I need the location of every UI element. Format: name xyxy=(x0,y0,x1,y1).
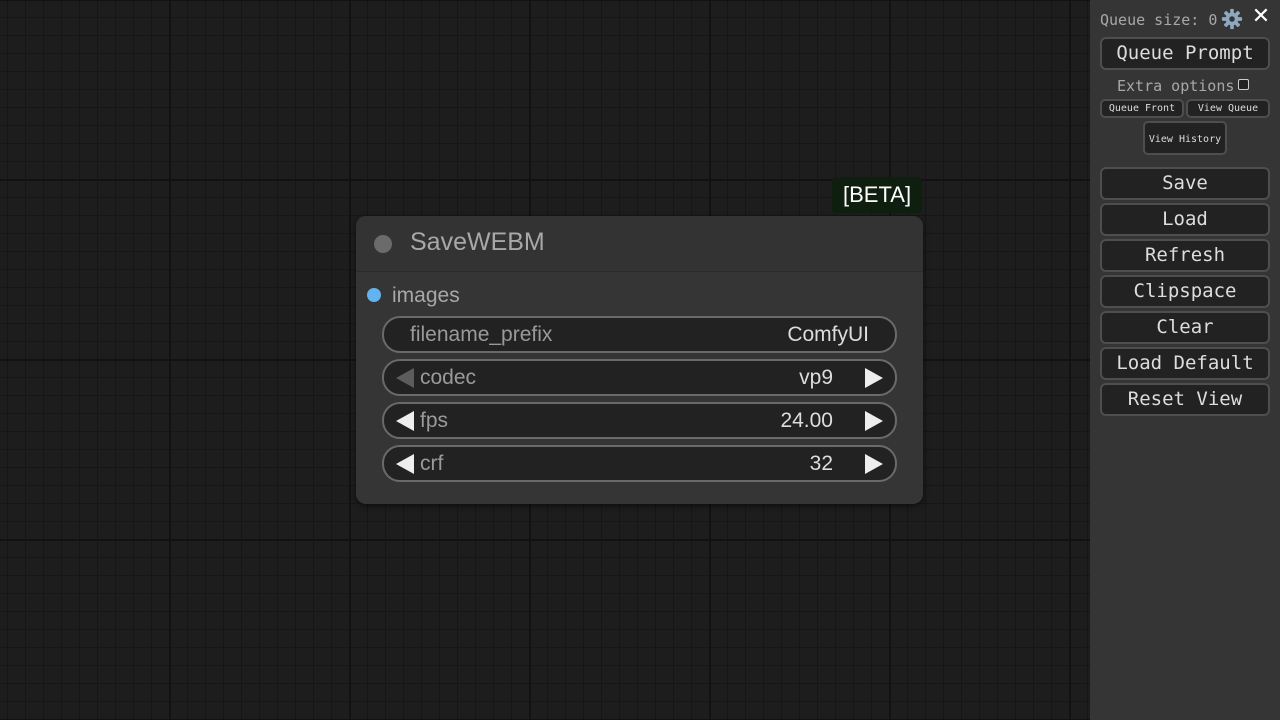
save-webm-node[interactable]: SaveWEBM images filename_prefix ComfyUI … xyxy=(356,216,923,504)
view-queue-button[interactable]: View Queue xyxy=(1186,99,1270,118)
decrement-arrow-icon[interactable] xyxy=(396,411,414,431)
node-title: SaveWEBM xyxy=(410,228,545,256)
crf-widget[interactable]: crf 32 xyxy=(382,445,897,482)
queue-side-panel: Queue size: 0 ✕ Queue Prompt Extra optio… xyxy=(1090,0,1280,720)
widget-value: vp9 xyxy=(799,366,833,389)
view-history-button[interactable]: View History xyxy=(1143,121,1227,155)
clipspace-button[interactable]: Clipspace xyxy=(1100,275,1270,308)
close-icon[interactable]: ✕ xyxy=(1251,6,1271,28)
node-header[interactable]: SaveWEBM xyxy=(356,216,923,272)
extra-options-checkbox[interactable] xyxy=(1238,79,1249,90)
load-default-button[interactable]: Load Default xyxy=(1100,347,1270,380)
node-collapse-dot[interactable] xyxy=(374,235,392,253)
widget-label: codec xyxy=(420,366,477,389)
load-button[interactable]: Load xyxy=(1100,203,1270,236)
queue-front-button[interactable]: Queue Front xyxy=(1100,99,1184,118)
increment-arrow-icon[interactable] xyxy=(865,454,883,474)
reset-view-button[interactable]: Reset View xyxy=(1100,383,1270,416)
input-slot-images[interactable] xyxy=(367,288,381,302)
clear-button[interactable]: Clear xyxy=(1100,311,1270,344)
widget-label: fps xyxy=(420,409,449,432)
fps-widget[interactable]: fps 24.00 xyxy=(382,402,897,439)
queue-prompt-button[interactable]: Queue Prompt xyxy=(1100,37,1270,70)
widget-value: 24.00 xyxy=(780,409,833,432)
decrement-arrow-icon[interactable] xyxy=(396,368,414,388)
save-button[interactable]: Save xyxy=(1100,167,1270,200)
refresh-button[interactable]: Refresh xyxy=(1100,239,1270,272)
input-slot-label: images xyxy=(392,284,460,307)
codec-widget[interactable]: codec vp9 xyxy=(382,359,897,396)
widget-label: filename_prefix xyxy=(410,323,553,346)
widget-value: ComfyUI xyxy=(787,323,869,346)
decrement-arrow-icon[interactable] xyxy=(396,454,414,474)
extra-options-label: Extra options xyxy=(1117,77,1235,95)
increment-arrow-icon[interactable] xyxy=(865,368,883,388)
graph-canvas[interactable]: [BETA] SaveWEBM images filename_prefix C… xyxy=(0,0,1090,720)
filename-prefix-widget[interactable]: filename_prefix ComfyUI xyxy=(382,316,897,353)
widget-value: 32 xyxy=(809,452,833,475)
beta-badge: [BETA] xyxy=(832,177,923,213)
gear-icon[interactable] xyxy=(1221,8,1243,30)
queue-size-label: Queue size: 0 xyxy=(1100,11,1218,29)
widget-label: crf xyxy=(420,452,444,475)
increment-arrow-icon[interactable] xyxy=(865,411,883,431)
